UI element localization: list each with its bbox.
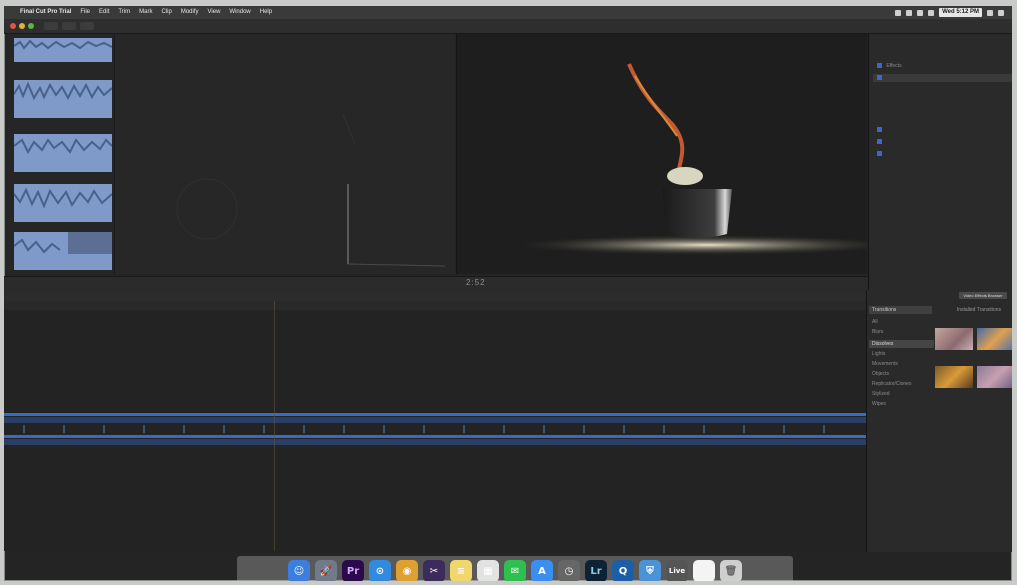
app-store-icon[interactable]: A — [531, 560, 553, 581]
tray-wifi-icon[interactable] — [906, 9, 913, 16]
chrome-icon[interactable]: ◉ — [396, 560, 418, 581]
notification-center-icon[interactable] — [998, 9, 1004, 16]
time-machine-icon[interactable]: ◷ — [558, 560, 580, 581]
menu-window[interactable]: Window — [229, 6, 250, 19]
checkbox-icon[interactable] — [877, 139, 882, 145]
dashboard-bar: 2:52 — [4, 276, 868, 292]
inspector-effect-label: Effects — [886, 63, 902, 69]
playhead[interactable] — [274, 301, 275, 551]
photos-icon[interactable]: ▦ — [477, 560, 499, 581]
inspector-row[interactable] — [877, 126, 885, 134]
menu-extras: Wed 5:12 PM — [895, 8, 1004, 17]
category-dissolves[interactable]: Dissolves — [869, 340, 934, 348]
spotlight-icon[interactable] — [987, 9, 993, 16]
transition-thumbnail[interactable] — [977, 328, 1012, 350]
waveform-icon — [14, 39, 112, 50]
inspector-effect-row[interactable]: Effects — [877, 62, 902, 70]
category-movements[interactable]: Movements — [869, 360, 934, 368]
app-toolbar — [4, 19, 1012, 34]
menu-view[interactable]: View — [208, 6, 221, 19]
import-button[interactable] — [44, 22, 58, 30]
tray-volume-icon[interactable] — [917, 9, 924, 16]
checkbox-icon[interactable] — [877, 75, 882, 81]
installed-transitions-label: Installed Transitions — [956, 307, 1001, 313]
background-tasks-button[interactable] — [80, 22, 94, 30]
timeline-toolbar — [4, 291, 868, 301]
lightroom-icon[interactable]: Lr — [585, 560, 607, 581]
document-icon[interactable] — [693, 560, 715, 581]
finder-icon[interactable]: ☺ — [288, 560, 310, 581]
menu-clock[interactable]: Wed 5:12 PM — [939, 8, 982, 17]
transitions-browser: Video Effects Browser Transitions Instal… — [866, 290, 1012, 552]
menu-help[interactable]: Help — [260, 6, 272, 19]
waveform-icon — [14, 187, 112, 209]
clip-thumbnail[interactable] — [14, 38, 112, 62]
timeline[interactable] — [4, 301, 866, 551]
video-frame — [517, 63, 897, 255]
shield-icon[interactable]: ⛨ — [639, 560, 661, 581]
live-icon[interactable]: Live — [666, 560, 688, 581]
safari-icon[interactable]: ⊙ — [369, 560, 391, 581]
browser-toggle-button[interactable]: Video Effects Browser — [959, 292, 1007, 299]
inspector-selected-row[interactable] — [873, 74, 1012, 82]
final-cut-icon[interactable]: ✂ — [423, 560, 445, 581]
inspector-row[interactable] — [877, 138, 885, 146]
quicktime-icon[interactable]: Q — [612, 560, 634, 581]
menu-bar: Final Cut Pro Trial File Edit Trim Mark … — [4, 6, 1012, 19]
viewer-left-canvas — [176, 113, 446, 267]
category-stylized[interactable]: Stylized — [869, 390, 934, 398]
category-lights[interactable]: Lights — [869, 350, 934, 358]
window-controls — [10, 23, 34, 29]
transition-thumbnail[interactable] — [977, 366, 1012, 388]
clip-thumbnail[interactable] — [14, 134, 112, 172]
category-all[interactable]: All — [869, 318, 934, 326]
launchpad-icon[interactable]: 🚀 — [315, 560, 337, 581]
transitions-tab[interactable]: Transitions — [869, 306, 932, 314]
menu-mark[interactable]: Mark — [139, 6, 152, 19]
menu-modify[interactable]: Modify — [181, 6, 199, 19]
waveform-icon — [14, 138, 112, 155]
checkbox-icon[interactable] — [877, 127, 882, 133]
menu-file[interactable]: File — [80, 6, 90, 19]
line-icon[interactable]: ✉ — [504, 560, 526, 581]
minimize-window-button[interactable] — [19, 23, 25, 29]
keywords-button[interactable] — [62, 22, 76, 30]
timeline-tracks — [4, 413, 866, 445]
menu-clip[interactable]: Clip — [161, 6, 171, 19]
tray-status-icon[interactable] — [895, 9, 902, 16]
checkbox-icon[interactable] — [877, 63, 882, 69]
screen: Final Cut Pro Trial File Edit Trim Mark … — [4, 6, 1012, 581]
notes-icon[interactable]: ≡ — [450, 560, 472, 581]
waveform-icon — [14, 81, 112, 101]
timecode-display[interactable]: 2:52 — [466, 278, 486, 287]
trash-icon[interactable]: 🗑 — [720, 560, 742, 581]
transition-thumbnail[interactable] — [935, 328, 973, 350]
media-browser — [8, 34, 112, 274]
inspector-row[interactable] — [877, 150, 885, 158]
category-objects[interactable]: Objects — [869, 370, 934, 378]
transition-thumbnail[interactable] — [935, 366, 973, 388]
clip-thumbnail[interactable] — [14, 80, 112, 118]
dock: ☺ 🚀 Pr ⊙ ◉ ✂ ≡ ▦ ✉ A ◷ Lr Q ⛨ Live 🗑 — [237, 556, 793, 581]
waveform-icon — [14, 232, 112, 254]
menu-edit[interactable]: Edit — [99, 6, 109, 19]
category-replicator-clones[interactable]: Replicator/Clones — [869, 380, 934, 388]
menu-app-name[interactable]: Final Cut Pro Trial — [20, 6, 71, 19]
checkbox-icon[interactable] — [877, 151, 882, 157]
tray-battery-icon[interactable] — [928, 9, 935, 16]
close-window-button[interactable] — [10, 23, 16, 29]
main-viewer — [456, 34, 897, 274]
menu-trim[interactable]: Trim — [118, 6, 130, 19]
category-wipes[interactable]: Wipes — [869, 400, 934, 408]
category-blurs[interactable]: Blurs — [869, 328, 934, 336]
clip-thumbnail[interactable] — [14, 184, 112, 222]
zoom-window-button[interactable] — [28, 23, 34, 29]
clip-thumbnail[interactable] — [14, 232, 112, 270]
viewer-panel-left — [114, 34, 455, 274]
inspector-panel: Effects — [868, 34, 1012, 290]
premiere-icon[interactable]: Pr — [342, 560, 364, 581]
